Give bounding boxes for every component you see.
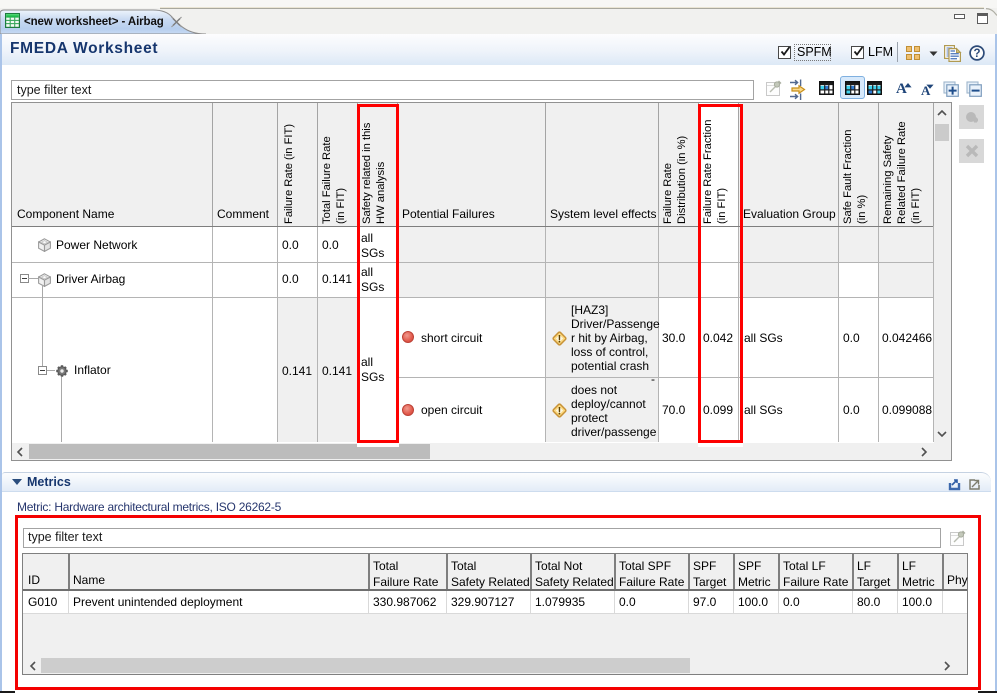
svg-text:?: ? [973,48,980,60]
svg-text:!: ! [558,406,562,418]
svg-text:!: ! [558,334,562,346]
